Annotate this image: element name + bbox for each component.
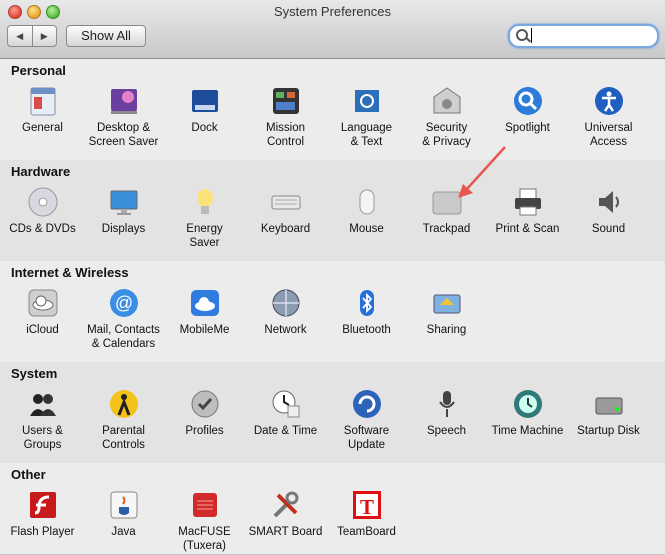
system-preferences-window: System Preferences ◀ ▶ Show All Personal… [0,0,665,555]
annotation-arrow [458,146,506,198]
